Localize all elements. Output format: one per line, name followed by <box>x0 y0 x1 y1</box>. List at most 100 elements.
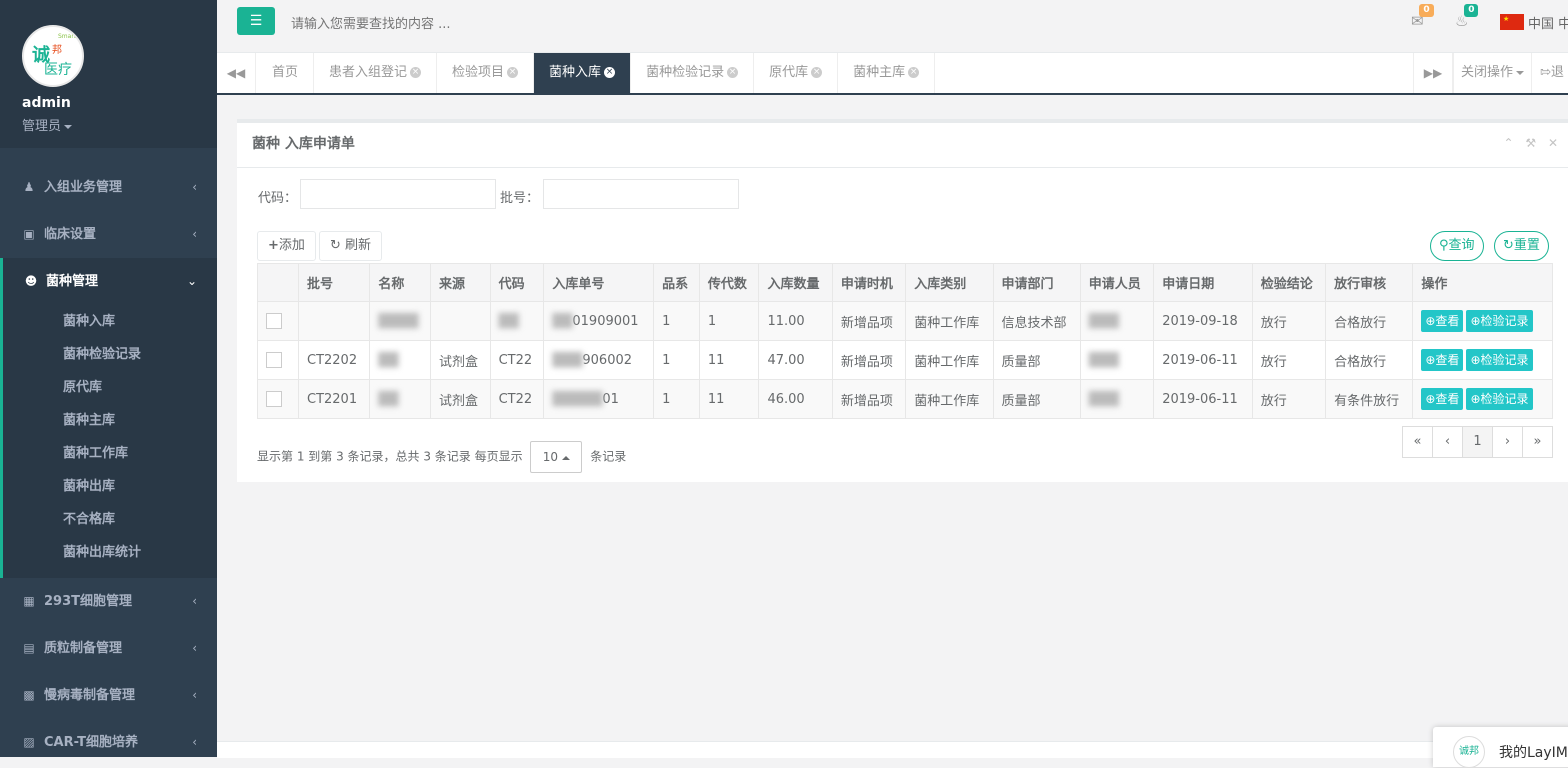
code-input[interactable] <box>300 179 496 209</box>
inspection-record-button[interactable]: ⊕检验记录 <box>1466 349 1533 371</box>
mail-button[interactable]: ✉ 0 <box>1411 4 1434 30</box>
tab-strain-master[interactable]: 菌种主库 × <box>838 53 936 93</box>
user-role-dropdown[interactable]: 管理员 <box>22 115 73 134</box>
close-icon[interactable]: × <box>811 67 823 78</box>
row-checkbox[interactable] <box>266 313 282 329</box>
close-icon[interactable]: × <box>727 67 739 78</box>
page-last-button[interactable]: » <box>1522 426 1553 458</box>
table-cell: 新增品项 <box>831 340 907 380</box>
column-header[interactable]: 传代数 <box>698 263 760 302</box>
table-row[interactable]: ████ ██ ██01909001 1 1 11.00 新增品项 菌种工作库 … <box>257 301 1553 341</box>
table-cell: 试剂盒 <box>430 379 491 419</box>
layim-chat-widget[interactable]: 诚邦 我的LayIM <box>1433 727 1568 768</box>
sidebar-item-clinical[interactable]: ▣ 临床设置 ‹ <box>0 211 217 258</box>
column-header[interactable]: 名称 <box>369 263 432 302</box>
tab-strain-inbound[interactable]: 菌种入库 × <box>534 53 632 93</box>
column-header[interactable]: 代码 <box>489 263 545 302</box>
table-cell: ███ <box>1079 301 1155 341</box>
submenu-item[interactable]: 不合格库 <box>3 503 217 536</box>
view-button[interactable]: ⊕查看 <box>1421 349 1464 371</box>
tab-scroll-right-button[interactable]: ▶▶ <box>1413 53 1453 93</box>
logout-button[interactable]: ⇰退 <box>1531 53 1568 93</box>
table-row[interactable]: CT2202 ██ 试剂盒 CT22 ███906002 1 11 47.00 … <box>257 340 1553 380</box>
search-plus-icon: ⊕ <box>1425 353 1436 367</box>
refresh-button[interactable]: ↻ 刷新 <box>319 231 383 261</box>
column-header[interactable]: 入库数量 <box>758 263 833 302</box>
inspection-record-button[interactable]: ⊕检验记录 <box>1466 310 1533 332</box>
tab-strain-inspection[interactable]: 菌种检验记录 × <box>631 53 755 93</box>
collapse-icon[interactable]: ⌃ <box>1503 136 1513 150</box>
redacted-text: ██ <box>378 391 399 407</box>
menu-toggle-button[interactable]: ☰ <box>237 7 275 35</box>
close-icon[interactable]: ✕ <box>1548 136 1558 150</box>
column-header[interactable]: 来源 <box>430 263 491 302</box>
tab-patient-enrollment[interactable]: 患者入组登记 × <box>314 53 438 93</box>
table-row[interactable]: CT2201 ██ 试剂盒 CT22 █████01 1 11 46.00 新增… <box>257 379 1553 419</box>
inspection-record-button[interactable]: ⊕检验记录 <box>1466 388 1533 410</box>
column-header[interactable]: 检验结论 <box>1251 263 1327 302</box>
submenu-item[interactable]: 菌种检验记录 <box>3 338 217 371</box>
sidebar-item-lentivirus[interactable]: ▩ 慢病毒制备管理 ‹ <box>0 672 217 719</box>
actions-cell: ⊕查看 ⊕检验记录 <box>1412 301 1553 341</box>
table-cell: 47.00 <box>758 340 833 380</box>
close-icon[interactable]: × <box>908 67 920 78</box>
add-button[interactable]: +添加 <box>257 231 316 261</box>
language-selector[interactable]: 中国 中 <box>1528 13 1568 32</box>
search-plus-icon: ⊕ <box>1425 314 1436 328</box>
notification-button[interactable]: ♨ 0 <box>1455 4 1479 30</box>
sidebar-item-plasmid[interactable]: ▤ 质粒制备管理 ‹ <box>0 625 217 672</box>
chevron-left-icon: ‹ <box>192 688 197 702</box>
bars-icon: ☰ <box>249 13 263 29</box>
tab-primary-library[interactable]: 原代库 × <box>754 53 839 93</box>
page-first-button[interactable]: « <box>1402 426 1433 458</box>
table-cell: CT22 <box>489 340 545 380</box>
column-header[interactable]: 申请时机 <box>831 263 907 302</box>
tab-bar: ◀◀ 首页 患者入组登记 × 检验项目 × 菌种入库 × 菌种检验记录 × 原代库 × 菌… <box>217 53 1568 95</box>
close-icon[interactable]: × <box>604 67 616 78</box>
tab-scroll-left-button[interactable]: ◀◀ <box>217 53 256 93</box>
column-header[interactable]: 申请部门 <box>992 263 1081 302</box>
sidebar-item-enrollment[interactable]: ♟ 入组业务管理 ‹ <box>0 164 217 211</box>
column-header[interactable]: 申请日期 <box>1153 263 1253 302</box>
close-icon[interactable]: × <box>507 67 519 78</box>
table-cell: 46.00 <box>758 379 833 419</box>
column-header[interactable]: 入库单号 <box>543 263 655 302</box>
sidebar-item-293t[interactable]: ▦ 293T细胞管理 ‹ <box>0 578 217 625</box>
tab-home[interactable]: 首页 <box>257 53 315 93</box>
submenu-item[interactable]: 菌种主库 <box>3 404 217 437</box>
page-size-select[interactable]: 10 <box>530 441 583 473</box>
table-cell: CT2202 <box>297 340 371 380</box>
redacted-text: ████ <box>378 313 419 329</box>
search-plus-icon: ⊕ <box>1470 353 1481 367</box>
table-cell: 2019-09-18 <box>1153 301 1253 341</box>
sidebar-item-cart[interactable]: ▨ CAR-T细胞培养 ‹ <box>0 719 217 757</box>
page-next-button[interactable]: › <box>1492 426 1523 458</box>
view-button[interactable]: ⊕查看 <box>1421 310 1464 332</box>
batch-input[interactable] <box>543 179 739 209</box>
row-checkbox[interactable] <box>266 352 282 368</box>
submenu-item[interactable]: 菌种出库 <box>3 470 217 503</box>
page-current-button[interactable]: 1 <box>1462 426 1493 458</box>
column-header[interactable]: 放行审核 <box>1325 263 1414 302</box>
search-input[interactable] <box>289 12 693 36</box>
query-button[interactable]: ⚲查询 <box>1430 231 1484 261</box>
sidebar-item-strain[interactable]: ☻ 菌种管理 ⌄ <box>0 258 217 305</box>
submenu-item[interactable]: 原代库 <box>3 371 217 404</box>
submenu-item[interactable]: 菌种入库 <box>3 305 217 338</box>
page-prev-button[interactable]: ‹ <box>1432 426 1463 458</box>
tab-inspection-items[interactable]: 检验项目 × <box>437 53 535 93</box>
column-header[interactable]: 申请人员 <box>1079 263 1155 302</box>
reset-button[interactable]: ↻重置 <box>1494 231 1549 261</box>
row-checkbox[interactable] <box>266 391 282 407</box>
column-header[interactable]: 品系 <box>653 263 700 302</box>
column-header[interactable]: 批号 <box>297 263 371 302</box>
table-cell: ███ <box>1079 340 1155 380</box>
close-operations-dropdown[interactable]: 关闭操作 <box>1453 53 1531 93</box>
column-header[interactable]: 入库类别 <box>905 263 994 302</box>
close-icon[interactable]: × <box>410 67 422 78</box>
wrench-icon[interactable]: ⚒ <box>1525 136 1536 150</box>
submenu-item[interactable]: 菌种出库统计 <box>3 536 217 569</box>
table-cell: 菌种工作库 <box>905 379 994 419</box>
submenu-item[interactable]: 菌种工作库 <box>3 437 217 470</box>
view-button[interactable]: ⊕查看 <box>1421 388 1464 410</box>
